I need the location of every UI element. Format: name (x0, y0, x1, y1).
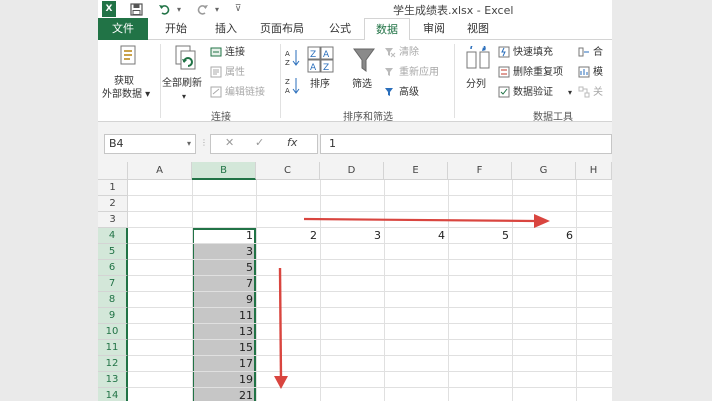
sort-az-icon: AZ (285, 50, 300, 67)
annotation-arrows (274, 214, 550, 389)
text-to-columns-button[interactable]: 分列 (460, 42, 496, 104)
get-external-data-button[interactable]: 获取 外部数据 ▾ (102, 42, 158, 104)
customize-icon[interactable]: ⊽ (232, 1, 244, 17)
name-box-dropdown-icon[interactable]: ▾ (187, 135, 191, 153)
flash-fill-button[interactable]: 快速填充 (513, 47, 553, 59)
reapply-icon (385, 68, 393, 76)
get-external-data-label-2: 外部数据 ▾ (102, 89, 151, 100)
tab-file[interactable]: 文件 (98, 18, 148, 40)
formula-value: 1 (329, 137, 336, 150)
remove-duplicates-button[interactable]: 删除重复项 (513, 67, 563, 79)
refresh-all-button[interactable]: 全部刷新 ▾ (162, 42, 210, 104)
sort-descending-button[interactable]: ZA (284, 76, 302, 96)
svg-text:Z: Z (323, 63, 329, 73)
svg-text:A: A (285, 87, 290, 95)
consolidate-button[interactable]: 合 (593, 47, 603, 59)
connections-button[interactable]: 连接 (225, 47, 245, 59)
arrow-right-head (534, 214, 550, 228)
redo-dropdown-icon[interactable]: ▾ (212, 1, 222, 17)
cancel-formula-icon[interactable]: ✕ (225, 136, 234, 149)
sort-ascending-button[interactable]: AZ (284, 48, 302, 68)
data-validation-icon (498, 86, 510, 98)
svg-text:A: A (285, 50, 290, 58)
excel-window: X ▾ ▾ ⊽ 学生成绩表.xlsx - Excel 文件 开始 插入 页面布局… (98, 0, 612, 401)
tab-data[interactable]: 数据 (364, 18, 410, 41)
reapply-button[interactable]: 重新应用 (399, 67, 439, 79)
connections-icon (210, 47, 222, 57)
group-label-sort-filter: 排序和筛选 (343, 112, 393, 123)
svg-text:Z: Z (285, 78, 290, 86)
svg-text:Z: Z (285, 59, 290, 67)
refresh-all-icon (175, 45, 196, 70)
formula-bar: B4 ▾ ⋮ ✕ ✓ fx 1 (98, 122, 612, 162)
group-label-data-tools: 数据工具 (533, 112, 573, 123)
data-validation-button[interactable]: 数据验证 (513, 87, 553, 99)
name-box[interactable]: B4 ▾ (104, 134, 196, 154)
sort-icon: Z AA Z (307, 46, 334, 73)
window-title: 学生成绩表.xlsx - Excel (393, 4, 514, 17)
tab-insert[interactable]: 插入 (206, 18, 246, 40)
enter-formula-icon[interactable]: ✓ (255, 136, 264, 149)
arrow-down-head (274, 376, 288, 389)
relationships-icon (578, 86, 590, 98)
formula-buttons: ✕ ✓ fx (210, 134, 318, 154)
consolidate-icon (578, 47, 589, 57)
arrow-down (278, 267, 283, 381)
edit-links-button[interactable]: 编辑链接 (225, 87, 265, 99)
properties-icon (210, 66, 222, 78)
undo-dropdown-icon[interactable]: ▾ (174, 1, 184, 17)
group-separator (454, 44, 455, 118)
properties-button[interactable]: 属性 (225, 67, 245, 79)
excel-logo-icon: X (102, 1, 116, 17)
sort-label: 排序 (310, 79, 330, 90)
tab-review[interactable]: 审阅 (416, 18, 452, 40)
group-separator (280, 44, 281, 118)
ribbon-tabs: 文件 开始 插入 页面布局 公式 数据 审阅 视图 (98, 18, 612, 41)
tab-view[interactable]: 视图 (460, 18, 496, 40)
advanced-filter-button[interactable]: 高级 (399, 87, 419, 99)
data-validation-caret[interactable]: ▾ (568, 87, 572, 99)
title-bar: X ▾ ▾ ⊽ 学生成绩表.xlsx - Excel (98, 0, 612, 18)
tab-formulas[interactable]: 公式 (320, 18, 360, 40)
sort-button[interactable]: ZAAZ 排序 (304, 42, 338, 104)
arrow-right (303, 217, 535, 223)
sort-za-icon: ZA (285, 78, 300, 95)
refresh-all-label: 全部刷新 (162, 78, 202, 89)
flash-fill-icon (498, 46, 510, 58)
tab-home[interactable]: 开始 (156, 18, 196, 40)
formula-bar-grip-icon: ⋮ (200, 138, 208, 147)
formula-input[interactable]: 1 (320, 134, 612, 154)
get-external-data-label-1: 获取 (114, 76, 134, 87)
relationships-button[interactable]: 关 (593, 87, 603, 99)
refresh-all-caret: ▾ (182, 92, 187, 101)
svg-text:A: A (310, 63, 317, 73)
text-to-columns-icon (466, 46, 490, 69)
clear-filter-button[interactable]: 清除 (399, 47, 419, 59)
worksheet-grid[interactable]: A B C D E F G H 1 2 3 4 5 6 7 8 9 10 11 … (98, 162, 612, 401)
ribbon-data: 获取 外部数据 ▾ 全部刷新 ▾ 连接 属性 编辑链接 连接 AZ ZA ZAA… (98, 40, 612, 123)
filter-button[interactable]: 筛选 (346, 42, 382, 104)
redo-icon[interactable] (194, 1, 210, 17)
svg-text:Z: Z (310, 50, 316, 60)
filter-label: 筛选 (352, 79, 372, 90)
whatif-button[interactable]: 模 (593, 67, 603, 79)
save-icon[interactable] (128, 1, 144, 17)
insert-function-icon[interactable]: fx (287, 136, 297, 149)
tab-page-layout[interactable]: 页面布局 (254, 18, 310, 40)
text-to-columns-label: 分列 (466, 79, 486, 90)
group-separator (160, 44, 161, 118)
whatif-icon (578, 66, 590, 78)
get-external-data-icon (120, 45, 136, 65)
edit-links-icon (210, 86, 222, 98)
svg-text:A: A (323, 50, 330, 60)
name-box-value: B4 (109, 137, 124, 150)
remove-duplicates-icon (498, 66, 510, 78)
advanced-filter-icon (385, 88, 393, 96)
undo-icon[interactable] (156, 1, 172, 17)
group-label-connections: 连接 (211, 112, 231, 123)
filter-icon (353, 48, 375, 72)
clear-filter-icon (385, 48, 396, 58)
